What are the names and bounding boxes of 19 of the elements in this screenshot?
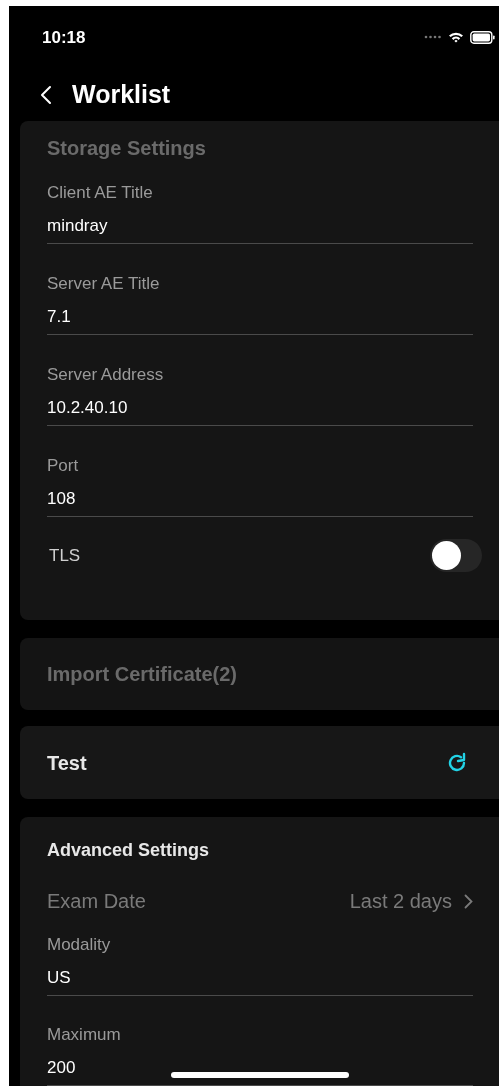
- field-label: Modality: [47, 934, 112, 956]
- test-button[interactable]: Test: [20, 726, 499, 799]
- page-title: Worklist: [72, 79, 171, 111]
- section-title: Storage Settings: [47, 135, 207, 161]
- chevron-right-icon: [464, 893, 473, 909]
- back-icon[interactable]: [40, 84, 52, 105]
- wifi-icon: [448, 31, 464, 44]
- field-label: Server Address: [47, 363, 165, 386]
- battery-icon: [470, 30, 495, 44]
- field-label: Server AE Title: [47, 272, 161, 295]
- section-title: Advanced Settings: [47, 839, 211, 862]
- field-label: Maximum: [47, 1024, 122, 1046]
- field-label: Client AE Title: [47, 181, 154, 204]
- field-label: Port: [47, 454, 80, 477]
- text-field[interactable]: US: [47, 967, 473, 996]
- tls-label: TLS: [48, 544, 81, 567]
- status-time: 10:18: [42, 26, 86, 49]
- signal-dots-icon: [424, 35, 442, 40]
- refresh-icon: [446, 751, 468, 774]
